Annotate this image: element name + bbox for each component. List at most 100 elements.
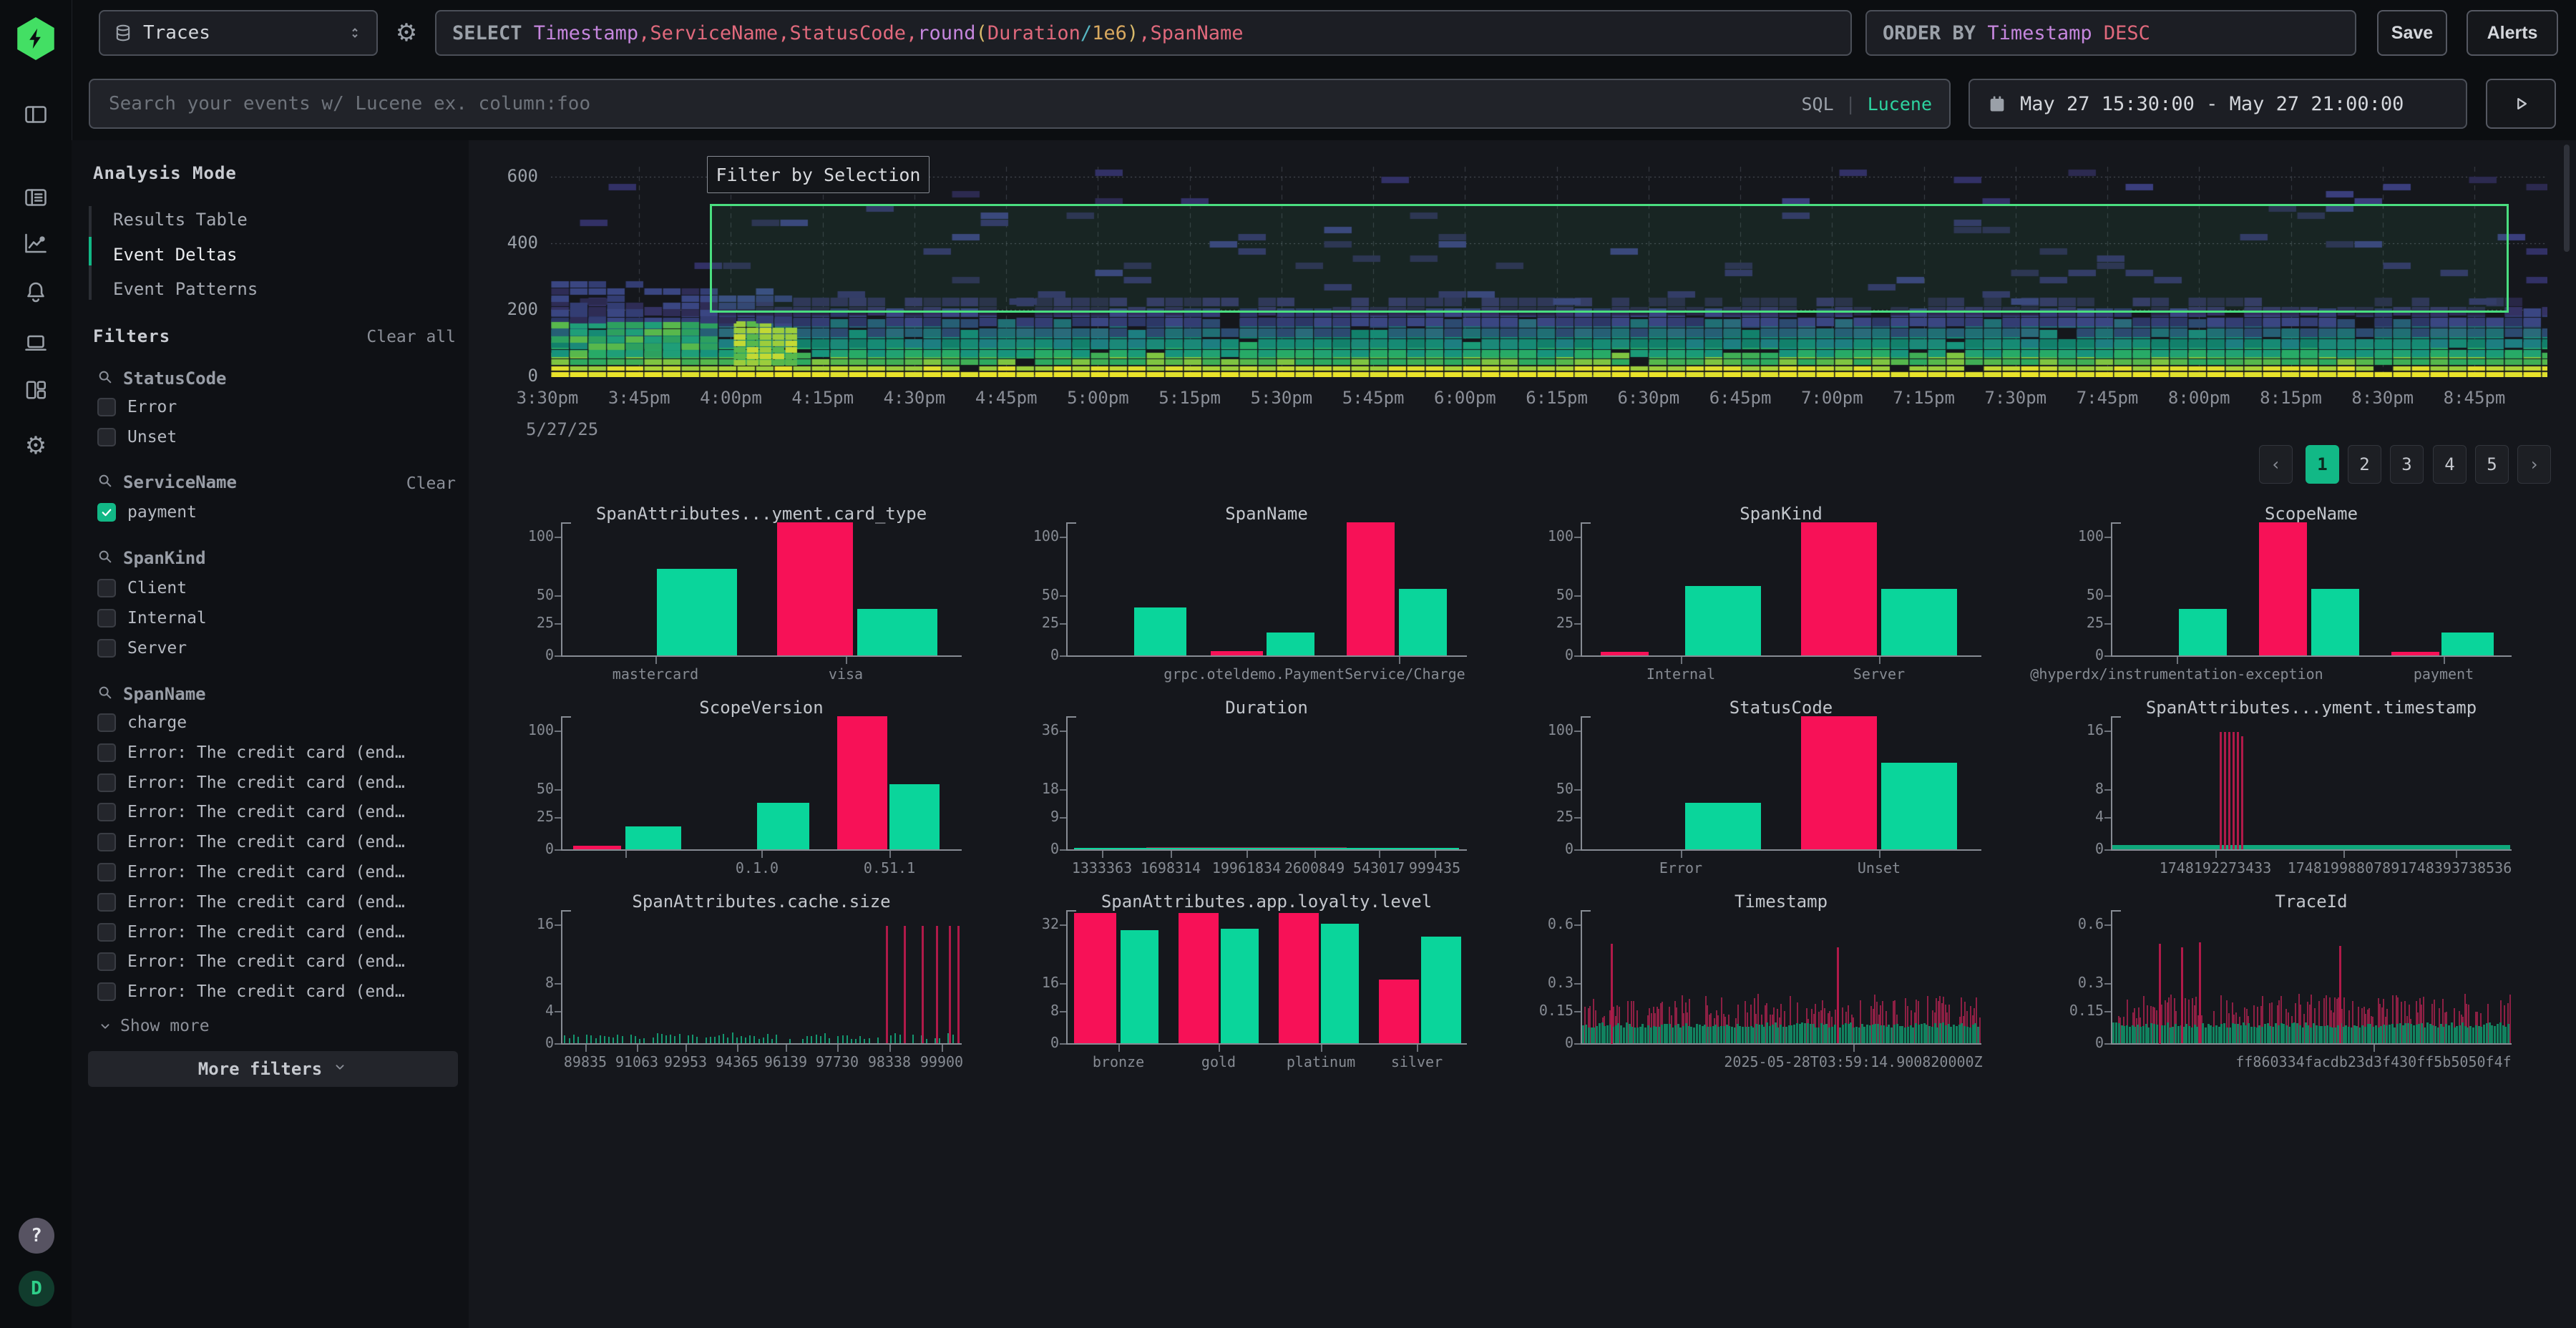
checkbox[interactable]: [97, 713, 116, 732]
stripe-green: [1945, 1025, 1947, 1043]
sessions-laptop-icon[interactable]: [22, 329, 49, 356]
filter-option[interactable]: Error: The credit card (end…: [97, 832, 405, 852]
filter-option[interactable]: charge: [97, 713, 187, 733]
checkbox[interactable]: [97, 398, 116, 416]
pagination-page[interactable]: 4: [2433, 445, 2467, 484]
stripe-green: [1804, 1023, 1806, 1043]
stripe-green: [1790, 1025, 1792, 1043]
pagination-page[interactable]: 2: [2348, 445, 2381, 484]
stripe-green: [2302, 1027, 2304, 1043]
stripe-green: [1599, 1023, 1601, 1043]
selection-overlay[interactable]: [710, 204, 2509, 313]
show-more-link[interactable]: Show more: [97, 1016, 210, 1036]
search-icon[interactable]: [97, 549, 113, 567]
stripe-green: [2396, 1024, 2399, 1043]
scrollbar-thumb[interactable]: [2564, 145, 2570, 252]
analysis-mode-item[interactable]: Event Deltas: [113, 244, 237, 265]
filter-option[interactable]: Error: [97, 397, 177, 417]
filter-option[interactable]: Error: The credit card (end…: [97, 982, 405, 1002]
checkbox[interactable]: [97, 743, 116, 762]
clear-all-link[interactable]: Clear all: [366, 328, 456, 346]
alerts-button[interactable]: Alerts: [2467, 10, 2558, 56]
y-tick: [1574, 595, 1581, 597]
checkbox[interactable]: [97, 952, 116, 971]
search-icon[interactable]: [97, 473, 113, 492]
bar: [1421, 937, 1461, 1043]
checkbox[interactable]: [97, 923, 116, 942]
filter-option[interactable]: Error: The credit card (end…: [97, 802, 405, 822]
settings-gear-icon[interactable]: ⚙: [22, 432, 49, 459]
filter-option[interactable]: Unset: [97, 427, 177, 447]
filter-option[interactable]: Error: The credit card (end…: [97, 743, 405, 763]
checkbox[interactable]: [97, 579, 116, 597]
heatmap-date-label: 5/27/25: [526, 419, 598, 439]
pagination-page[interactable]: 1: [2306, 445, 2339, 484]
alerts-bell-icon[interactable]: [22, 278, 49, 306]
filter-option[interactable]: Error: The credit card (end…: [97, 862, 405, 882]
search-icon[interactable]: [97, 369, 113, 388]
filter-group-header: StatusCode: [97, 369, 227, 388]
filter-option[interactable]: Error: The credit card (end…: [97, 892, 405, 912]
checkbox[interactable]: [97, 609, 116, 628]
checkbox[interactable]: [97, 833, 116, 851]
y-axis: [1066, 910, 1068, 1045]
y-axis: [1581, 716, 1582, 851]
user-avatar[interactable]: D: [19, 1271, 54, 1307]
hyperdx-logo-icon[interactable]: [16, 17, 56, 60]
filter-option[interactable]: Server: [97, 638, 187, 658]
checkbox[interactable]: [97, 863, 116, 882]
search-logs-icon[interactable]: [22, 184, 49, 211]
date-range-picker[interactable]: May 27 15:30:00 - May 27 21:00:00: [1968, 79, 2467, 129]
spike: [1611, 944, 1613, 1044]
filter-option-label: Client: [127, 579, 187, 597]
stripe-green: [1810, 1024, 1812, 1043]
filter-option[interactable]: Error: The credit card (end…: [97, 952, 405, 972]
x-tick-label: 1748393738536: [2270, 859, 2576, 877]
analysis-mode-item[interactable]: Event Patterns: [113, 278, 258, 300]
y-tick-label: 100: [1513, 527, 1574, 545]
heatmap-xtick: 4:00pm: [680, 388, 781, 408]
sidebar-toggle-icon[interactable]: [22, 101, 49, 128]
pagination-next[interactable]: ›: [2517, 445, 2551, 484]
tick-bar: [639, 1039, 640, 1043]
filter-clear-link[interactable]: Clear: [406, 474, 456, 493]
chart-explorer-icon[interactable]: [22, 230, 49, 257]
mini-chart: SpanKind02550100InternalServer: [1513, 504, 2014, 691]
help-button[interactable]: ?: [19, 1218, 54, 1254]
stripe-green: [1641, 1024, 1644, 1043]
mode-lucene-toggle[interactable]: Lucene: [1868, 94, 1932, 114]
run-query-button[interactable]: [2486, 79, 2556, 129]
filter-option[interactable]: Error: The credit card (end…: [97, 773, 405, 793]
pagination-page[interactable]: 5: [2475, 445, 2509, 484]
search-input[interactable]: [107, 92, 1801, 115]
checkbox[interactable]: [97, 639, 116, 658]
sql-select-editor[interactable]: SELECT Timestamp,ServiceName,StatusCode,…: [435, 10, 1852, 56]
filter-option[interactable]: Internal: [97, 608, 207, 628]
sql-orderby-editor[interactable]: ORDER BY Timestamp DESC: [1865, 10, 2356, 56]
x-tick: [1879, 657, 1880, 664]
checkbox[interactable]: [97, 982, 116, 1001]
search-icon[interactable]: [97, 685, 113, 703]
filter-option[interactable]: payment: [97, 502, 197, 522]
analysis-mode-item[interactable]: Results Table: [113, 209, 248, 230]
source-select[interactable]: Traces: [99, 10, 378, 56]
checkbox[interactable]: [97, 803, 116, 821]
mode-sql-toggle[interactable]: SQL: [1801, 94, 1833, 114]
checkbox[interactable]: [97, 773, 116, 792]
stripe-green: [1679, 1027, 1682, 1043]
pagination-prev[interactable]: ‹: [2259, 445, 2293, 484]
tick-bar: [714, 1037, 716, 1043]
checkbox[interactable]: [97, 893, 116, 912]
save-button[interactable]: Save: [2377, 10, 2447, 56]
dashboards-layout-icon[interactable]: [22, 376, 49, 404]
filter-option[interactable]: Error: The credit card (end…: [97, 922, 405, 942]
checkbox[interactable]: [97, 503, 116, 522]
heatmap-xtick: 5:30pm: [1231, 388, 1332, 408]
checkbox[interactable]: [97, 428, 116, 446]
filter-option-label: Internal: [127, 609, 207, 628]
x-tick-label: payment: [2258, 665, 2576, 683]
filter-option[interactable]: Client: [97, 578, 187, 598]
filter-by-selection-button[interactable]: Filter by Selection: [707, 156, 930, 193]
pagination-page[interactable]: 3: [2390, 445, 2424, 484]
source-config-gear-icon[interactable]: ⚙: [389, 16, 424, 50]
